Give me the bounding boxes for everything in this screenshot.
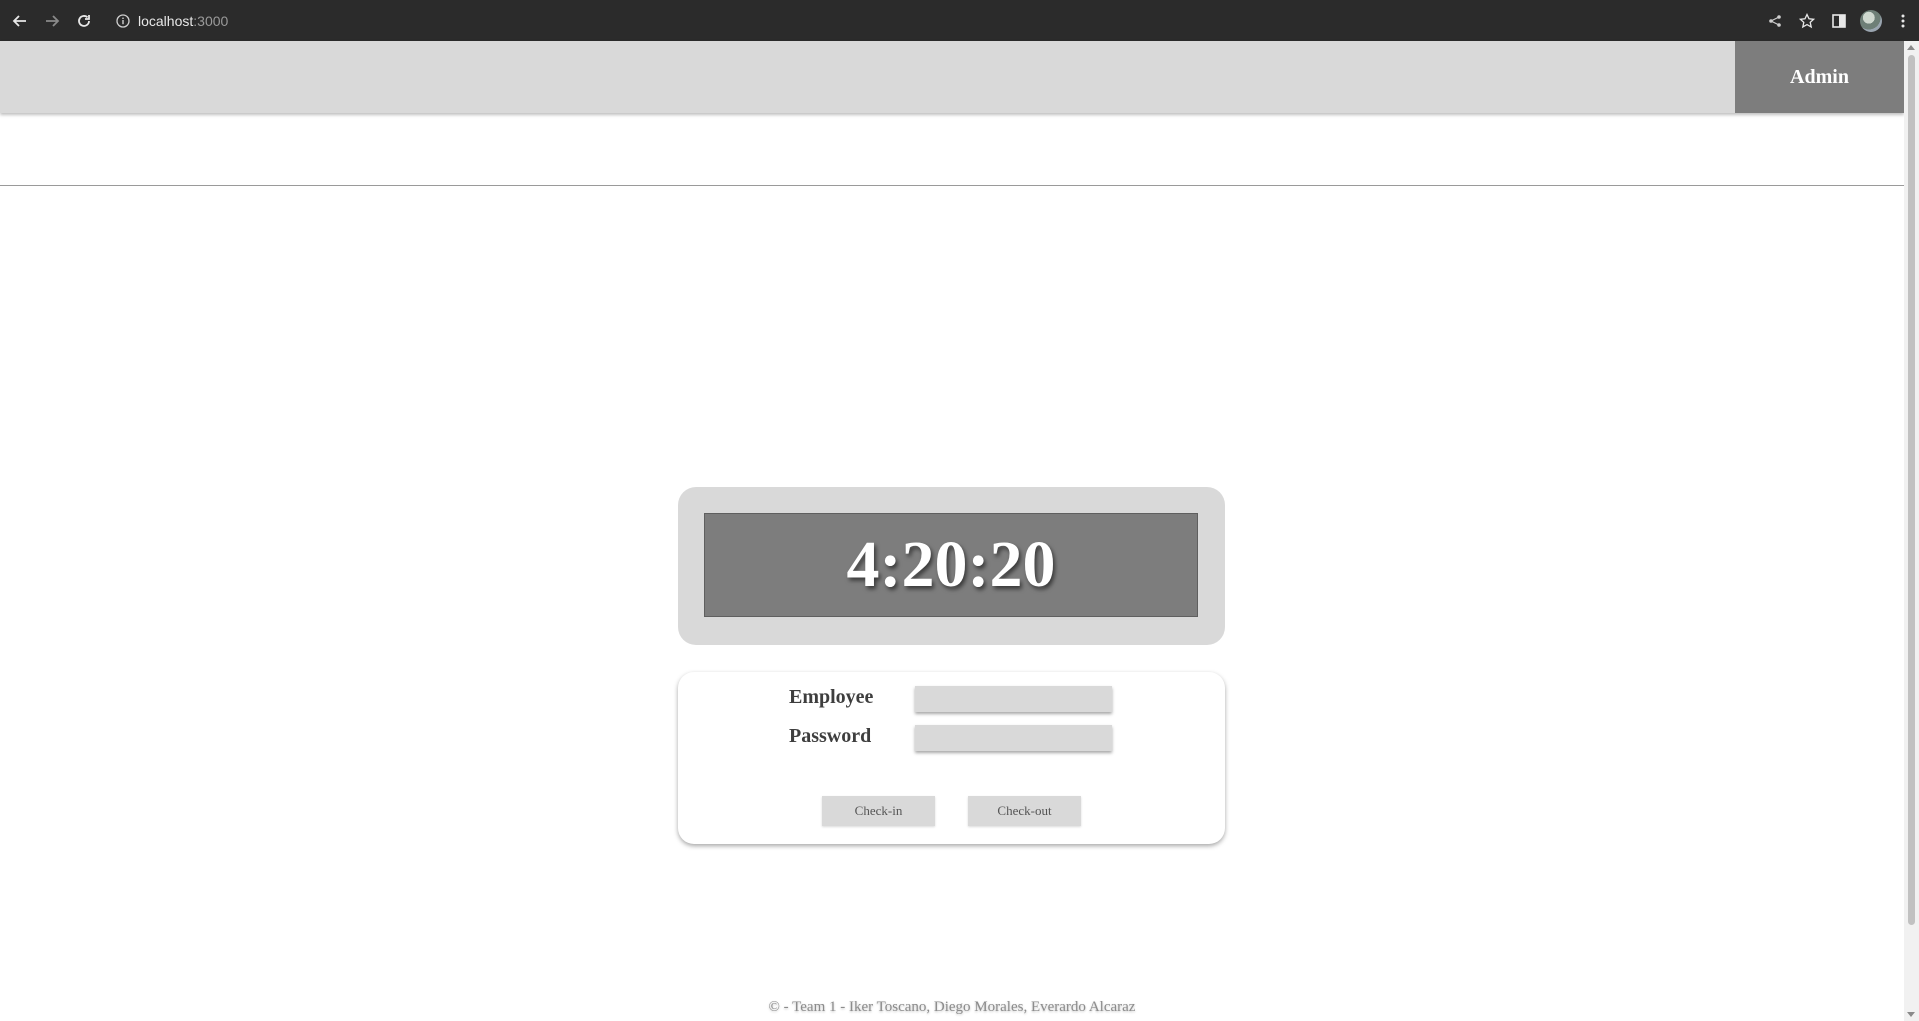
arrow-left-icon <box>12 13 28 29</box>
clock-panel: 4:20:20 <box>678 487 1225 645</box>
kebab-menu-icon <box>1901 13 1905 29</box>
avatar <box>1860 9 1882 32</box>
footer-credits: © - Team 1 - Iker Toscano, Diego Morales… <box>768 999 1136 1015</box>
scrollbar-thumb[interactable] <box>1908 55 1915 925</box>
scrollbar[interactable] <box>1904 41 1919 1021</box>
check-in-button[interactable]: Check-in <box>822 796 935 826</box>
profile-button[interactable] <box>1855 5 1887 37</box>
share-button[interactable] <box>1759 5 1791 37</box>
reload-icon <box>76 13 92 29</box>
clock-display: 4:20:20 <box>704 513 1198 617</box>
menu-button[interactable] <box>1887 5 1919 37</box>
back-button[interactable] <box>4 5 36 37</box>
address-bar[interactable]: localhost:3000 <box>116 11 228 31</box>
bookmark-button[interactable] <box>1791 5 1823 37</box>
reload-button[interactable] <box>68 5 100 37</box>
side-panel-icon <box>1832 13 1846 28</box>
browser-toolbar: localhost:3000 <box>0 0 1919 41</box>
url-host: localhost <box>138 13 194 29</box>
scroll-down-icon[interactable] <box>1907 1012 1915 1017</box>
share-icon <box>1768 14 1782 28</box>
check-in-form: Employee Password Check-in Check-out <box>678 672 1225 844</box>
check-out-button[interactable]: Check-out <box>968 796 1081 826</box>
header-divider <box>0 185 1904 186</box>
employee-label: Employee <box>789 686 874 708</box>
admin-button[interactable]: Admin <box>1735 41 1904 113</box>
app-header: Admin <box>0 41 1904 113</box>
star-icon <box>1799 12 1815 29</box>
forward-button[interactable] <box>36 5 68 37</box>
arrow-right-icon <box>44 13 60 29</box>
password-input[interactable] <box>915 725 1112 751</box>
url-port: :3000 <box>193 13 229 29</box>
side-panel-button[interactable] <box>1823 5 1855 37</box>
scroll-up-icon[interactable] <box>1907 45 1915 50</box>
password-label: Password <box>789 725 872 747</box>
info-icon[interactable] <box>116 14 130 28</box>
employee-input[interactable] <box>915 686 1112 712</box>
